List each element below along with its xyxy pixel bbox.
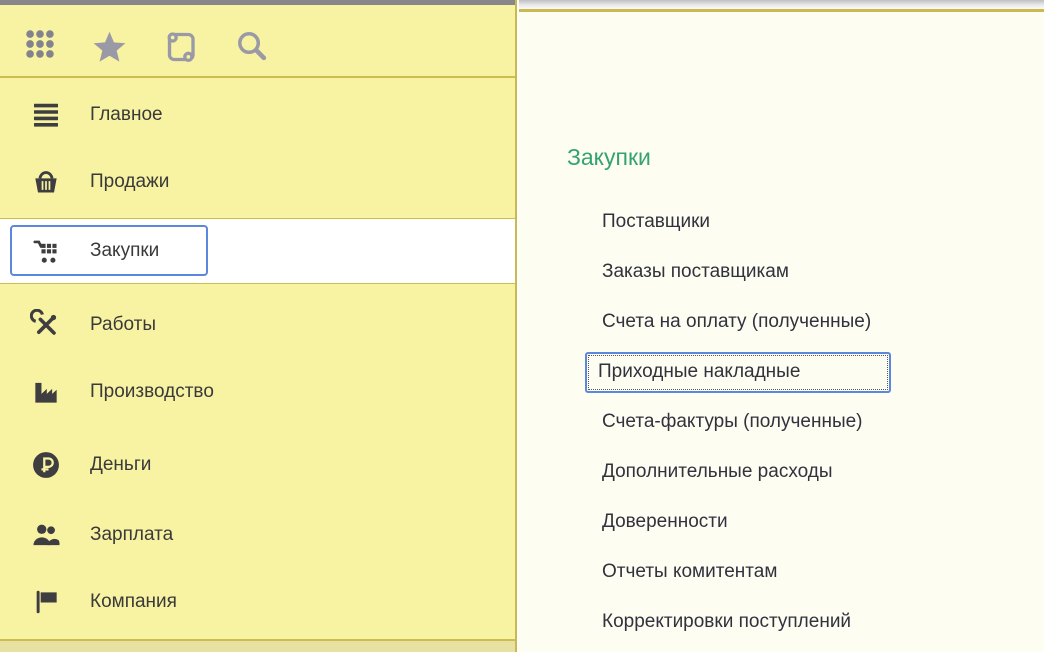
link-powers-of-attorney[interactable]: Доверенности	[602, 511, 728, 533]
panel-top-strip	[519, 0, 1044, 12]
section-links: Поставщики Заказы поставщикам Счета на о…	[519, 197, 1044, 647]
link-row: Отчеты комитентам	[519, 547, 1044, 597]
sidebar-bottom-strip	[0, 639, 515, 652]
favorites-button[interactable]	[89, 27, 130, 68]
sidebar-item-production[interactable]: Производство	[0, 372, 515, 412]
sidebar-item-salary[interactable]: Зарплата	[0, 515, 515, 555]
basket-icon	[28, 166, 64, 198]
sidebar: Главное Продажи	[0, 0, 517, 652]
sidebar-item-money[interactable]: Деньги	[0, 445, 515, 485]
link-suppliers[interactable]: Поставщики	[602, 211, 710, 233]
flag-icon	[28, 586, 64, 618]
sidebar-item-purchases[interactable]: Закупки	[0, 218, 515, 284]
sidebar-item-company[interactable]: Компания	[0, 582, 515, 622]
apps-grid-icon	[23, 27, 57, 61]
ruble-icon	[28, 449, 64, 481]
link-receipt-adjustments[interactable]: Корректировки поступлений	[602, 611, 851, 633]
search-icon	[233, 27, 270, 64]
link-invoices-for-payment-received[interactable]: Счета на оплату (полученные)	[602, 311, 871, 333]
sidebar-selection-box[interactable]: Закупки	[10, 225, 208, 276]
sidebar-item-label: Главное	[90, 104, 163, 126]
history-button[interactable]	[159, 27, 201, 67]
people-icon	[28, 519, 64, 551]
link-supplier-orders[interactable]: Заказы поставщикам	[602, 261, 789, 283]
history-scroll-icon	[159, 27, 201, 67]
sidebar-item-label: Производство	[90, 381, 214, 403]
sidebar-item-works[interactable]: Работы	[0, 305, 515, 345]
sidebar-item-sales[interactable]: Продажи	[0, 162, 515, 202]
sidebar-item-label: Компания	[90, 591, 177, 613]
content-panel: Закупки Поставщики Заказы поставщикам Сч…	[519, 0, 1044, 652]
menu-icon	[28, 99, 64, 131]
link-row: Поставщики	[519, 197, 1044, 247]
page-title: Закупки	[567, 143, 651, 171]
sidebar-item-label: Зарплата	[90, 524, 173, 546]
tools-icon	[28, 309, 64, 341]
sidebar-toolbar	[0, 5, 515, 78]
link-row: Приходные накладные	[519, 347, 1044, 397]
search-button[interactable]	[233, 27, 270, 64]
link-row: Доверенности	[519, 497, 1044, 547]
link-receipt-notes-focus-box[interactable]: Приходные накладные	[585, 352, 891, 393]
sidebar-item-main[interactable]: Главное	[0, 95, 515, 135]
link-consignor-reports[interactable]: Отчеты комитентам	[602, 561, 777, 583]
sidebar-item-label: Работы	[90, 314, 156, 336]
link-row: Счета-фактуры (полученные)	[519, 397, 1044, 447]
sidebar-item-label: Продажи	[90, 171, 169, 193]
link-row: Заказы поставщикам	[519, 247, 1044, 297]
link-row: Корректировки поступлений	[519, 597, 1044, 647]
star-icon	[89, 27, 130, 68]
link-row: Счета на оплату (полученные)	[519, 297, 1044, 347]
link-receipt-notes[interactable]: Приходные накладные	[588, 355, 888, 390]
link-row: Дополнительные расходы	[519, 447, 1044, 497]
apps-grid-button[interactable]	[23, 27, 57, 61]
factory-icon	[28, 376, 64, 408]
sidebar-item-label: Закупки	[90, 240, 159, 262]
link-additional-expenses[interactable]: Дополнительные расходы	[602, 461, 833, 483]
sidebar-item-label: Деньги	[90, 454, 151, 476]
link-vat-invoices-received[interactable]: Счета-фактуры (полученные)	[602, 411, 863, 433]
cart-icon	[28, 235, 64, 267]
